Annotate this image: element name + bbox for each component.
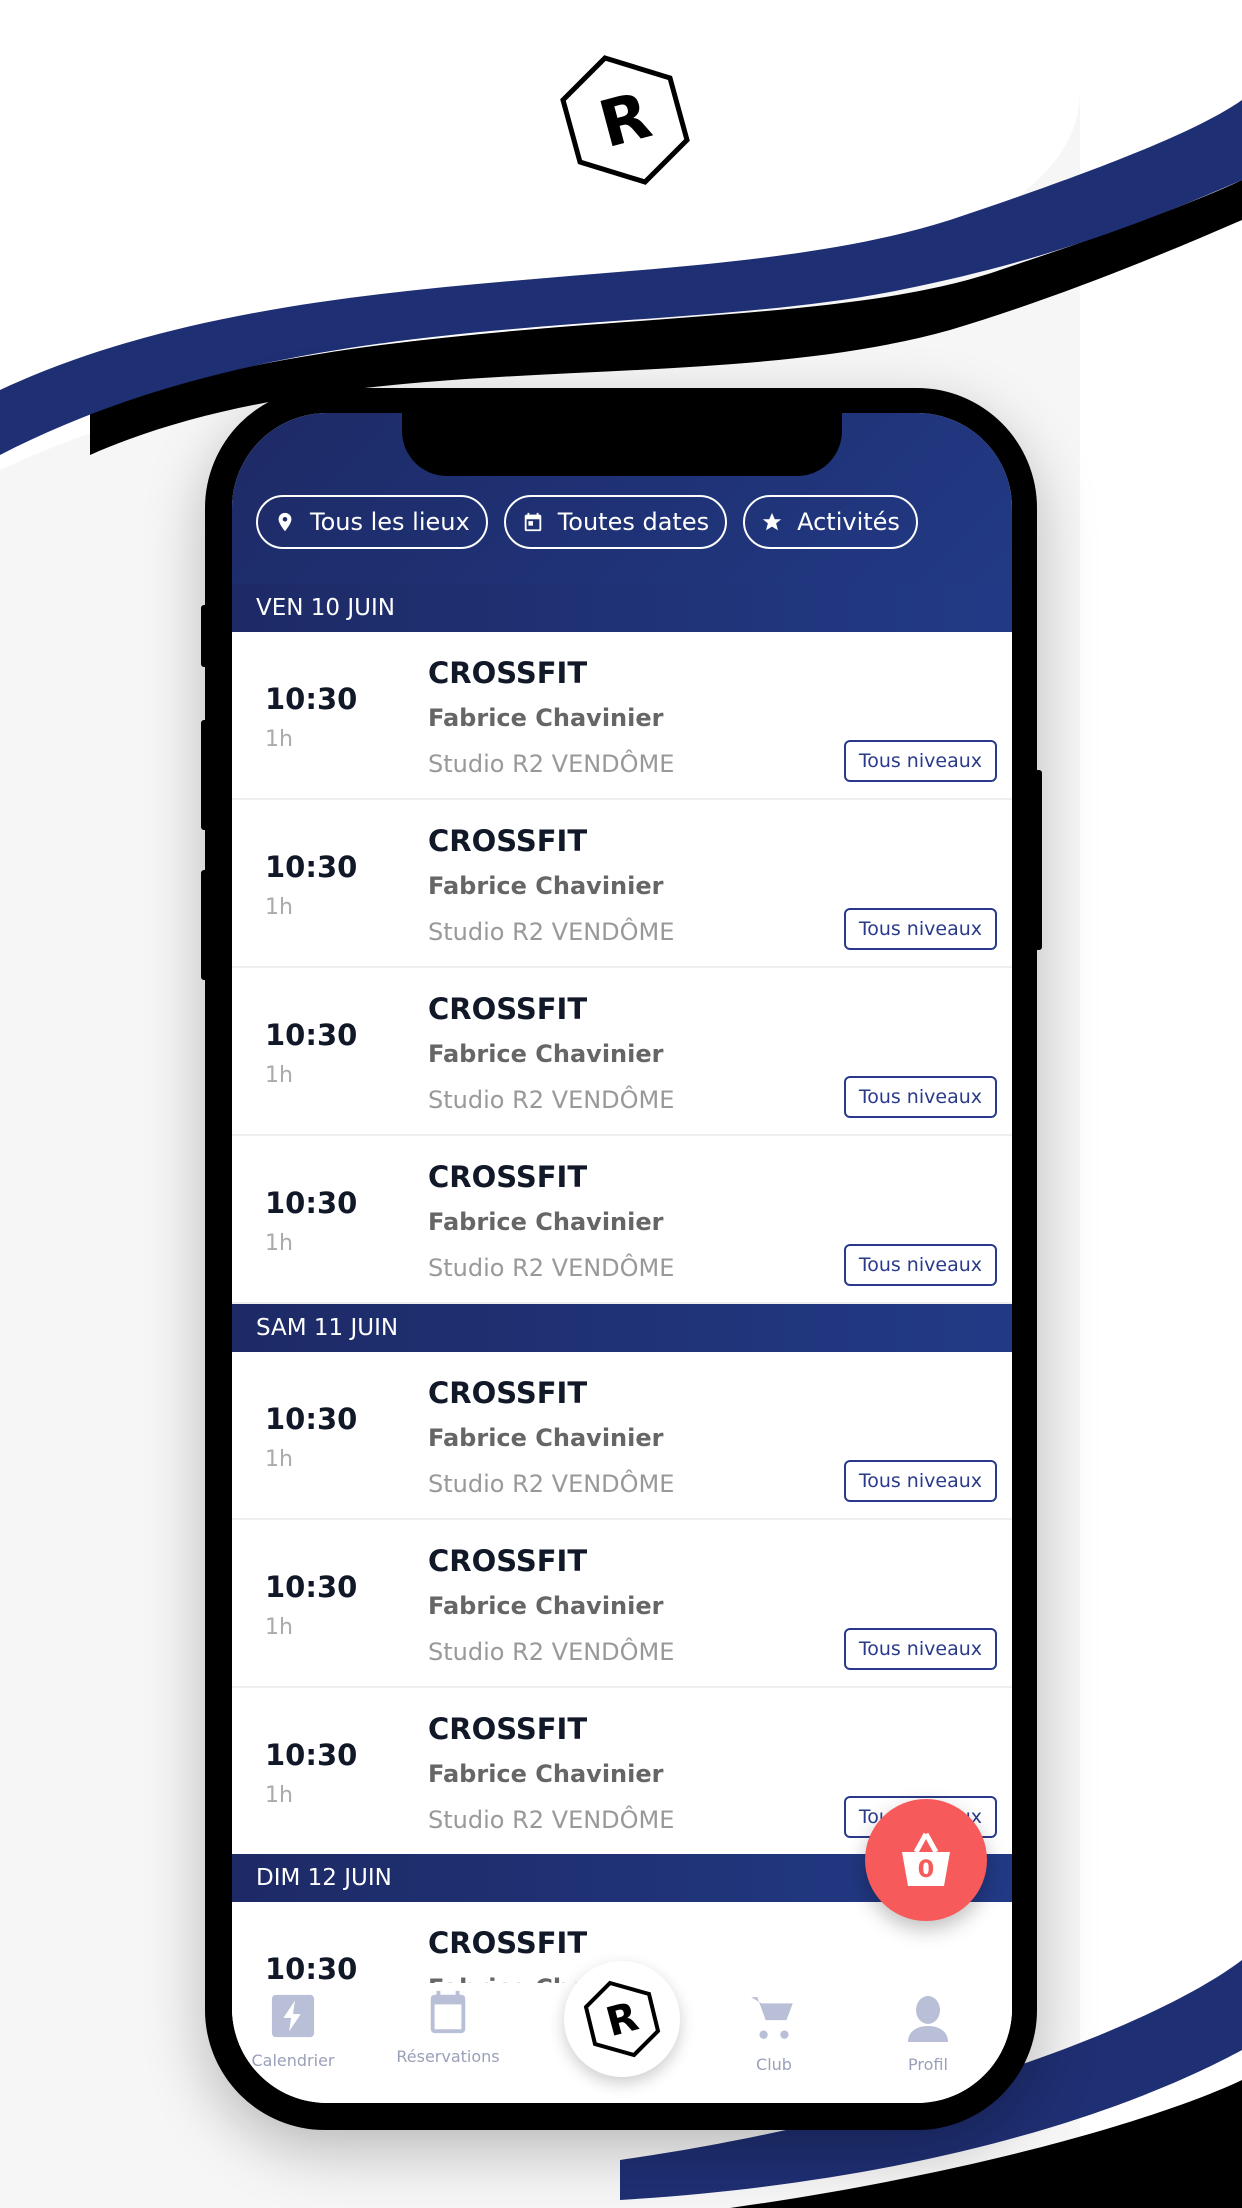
session-coach: Fabrice Chavinier: [428, 704, 664, 732]
nav-label: Profil: [908, 2055, 948, 2074]
session-title: CROSSFIT: [428, 1160, 588, 1194]
session-time: 10:30: [265, 1738, 358, 1772]
session-row[interactable]: 10:30 1h CROSSFIT Fabrice Chavinier Studio R…: [232, 1136, 1012, 1304]
session-duration: 1h: [265, 895, 293, 920]
session-row[interactable]: 10:30 1h CROSSFIT Fabrice Chavinier Studio R…: [232, 632, 1012, 800]
date-header: SAM 11 JUIN: [232, 1304, 1012, 1352]
session-time: 10:30: [265, 1570, 358, 1604]
session-time: 10:30: [265, 1018, 358, 1052]
session-duration: 1h: [265, 1783, 293, 1808]
location-pin-icon: [278, 512, 292, 532]
session-duration: 1h: [265, 1615, 293, 1640]
filter-dates[interactable]: Toutes dates: [503, 495, 728, 549]
level-badge: Tous niveaux: [843, 1628, 997, 1670]
session-coach: Fabrice Chavinier: [428, 872, 664, 900]
session-coach: Fabrice Chavinier: [428, 1208, 664, 1236]
session-row[interactable]: 10:30 1h CROSSFIT Fabrice Chavinier Studio R…: [232, 1352, 1012, 1520]
level-badge: Tous niveaux: [843, 1460, 997, 1502]
session-duration: 1h: [265, 1447, 293, 1472]
session-location: Studio R2 VENDÔME: [428, 750, 675, 778]
calendar-icon: [430, 1990, 466, 2034]
filter-label: Activités: [797, 508, 900, 536]
session-location: Studio R2 VENDÔME: [428, 1806, 675, 1834]
phone-side-button: [201, 720, 209, 830]
nav-label: Club: [756, 2055, 792, 2074]
session-coach: Fabrice Chavinier: [428, 1040, 664, 1068]
session-location: Studio R2 VENDÔME: [428, 1470, 675, 1498]
cart-count: 0: [917, 1855, 935, 1883]
nav-calendrier[interactable]: Calendrier: [232, 1993, 358, 2070]
session-title: CROSSFIT: [428, 1926, 588, 1960]
session-coach: Fabrice Chavinier: [428, 1592, 664, 1620]
app-screen: Tous les lieux Toutes dates Activités VE…: [232, 413, 1012, 2103]
session-time: 10:30: [265, 1186, 358, 1220]
phone-side-button: [201, 870, 209, 980]
level-badge: Tous niveaux: [843, 740, 997, 782]
cart-icon: [751, 1997, 793, 2039]
session-time: 10:30: [265, 850, 358, 884]
phone-side-button: [201, 605, 209, 667]
star-icon: [762, 512, 782, 531]
session-location: Studio R2 VENDÔME: [428, 1086, 675, 1114]
nav-profil[interactable]: Profil: [863, 1993, 993, 2074]
nav-label: Réservations: [396, 2047, 500, 2066]
phone-side-button: [1034, 770, 1042, 950]
session-duration: 1h: [265, 1231, 293, 1256]
session-coach: Fabrice Chavinier: [428, 1760, 664, 1788]
session-time: 10:30: [265, 682, 358, 716]
session-row[interactable]: 10:30 1h CROSSFIT Fabrice Chavinier Studio R…: [232, 968, 1012, 1136]
nav-reservations[interactable]: Réservations: [383, 1989, 513, 2066]
session-duration: 1h: [265, 1063, 293, 1088]
filter-activities[interactable]: Activités: [743, 495, 918, 549]
nav-label: Calendrier: [251, 2051, 335, 2070]
date-header: VEN 10 JUIN: [232, 584, 1012, 632]
session-time: 10:30: [265, 1402, 358, 1436]
session-location: Studio R2 VENDÔME: [428, 1638, 675, 1666]
filter-location[interactable]: Tous les lieux: [256, 495, 488, 549]
level-badge: Tous niveaux: [843, 908, 997, 950]
calendar-icon: [524, 512, 541, 532]
session-time: 10:30: [265, 1952, 358, 1986]
lightning-icon: [271, 1994, 315, 2038]
level-badge: Tous niveaux: [843, 1076, 997, 1118]
r2-logo-icon: R: [583, 1980, 661, 2058]
user-icon: [908, 1996, 948, 2042]
session-title: CROSSFIT: [428, 1712, 588, 1746]
session-title: CROSSFIT: [428, 824, 588, 858]
session-location: Studio R2 VENDÔME: [428, 1254, 675, 1282]
session-title: CROSSFIT: [428, 1544, 588, 1578]
session-coach: Fabrice Chavinier: [428, 1424, 664, 1452]
nav-club[interactable]: Club: [709, 1993, 839, 2074]
filter-label: Toutes dates: [557, 508, 710, 536]
level-badge: Tous niveaux: [843, 1244, 997, 1286]
home-logo-button[interactable]: R: [564, 1961, 680, 2077]
session-title: CROSSFIT: [428, 656, 588, 690]
session-row[interactable]: 10:30 1h CROSSFIT Fabrice Chavinier Studio R…: [232, 800, 1012, 968]
session-row[interactable]: 10:30 1h CROSSFIT Fabrice Chavinier Studio R…: [232, 1520, 1012, 1688]
filter-label: Tous les lieux: [310, 508, 470, 536]
session-location: Studio R2 VENDÔME: [428, 918, 675, 946]
session-duration: 1h: [265, 727, 293, 752]
cart-button[interactable]: 0: [865, 1799, 987, 1921]
session-title: CROSSFIT: [428, 992, 588, 1026]
notch: [402, 413, 842, 476]
session-title: CROSSFIT: [428, 1376, 588, 1410]
